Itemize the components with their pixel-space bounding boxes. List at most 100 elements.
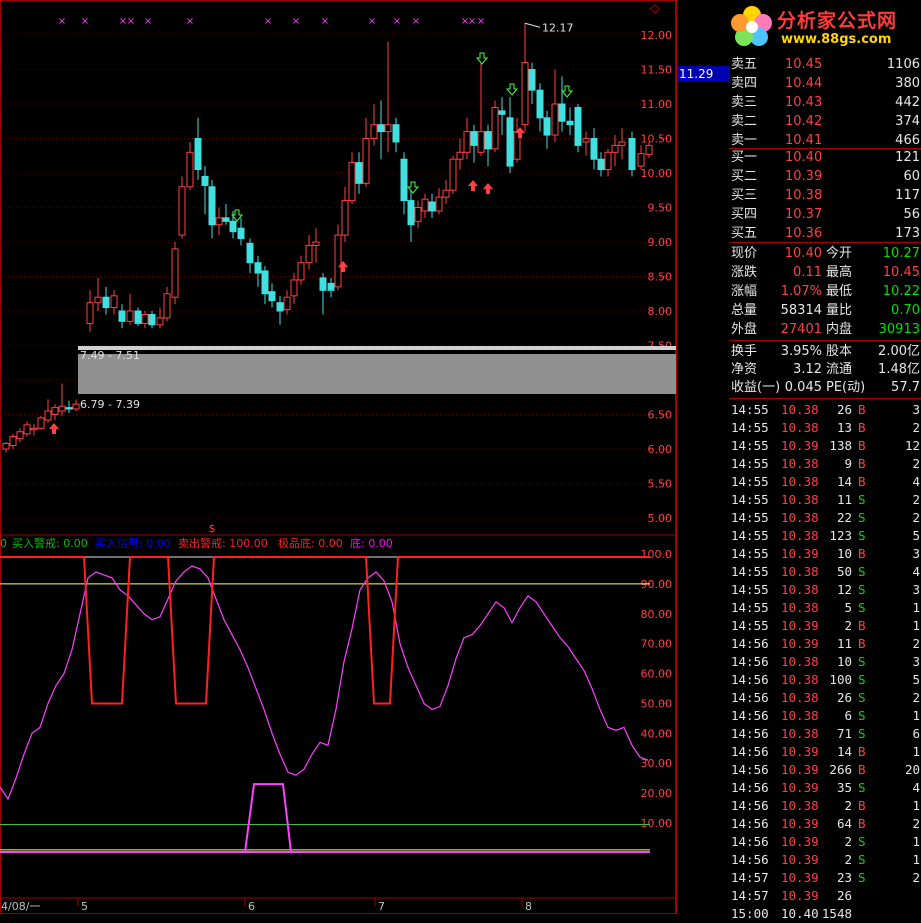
- tick-row[interactable]: 14:55 10.38 123 S 5: [729, 527, 921, 545]
- candle-body: [261, 270, 269, 295]
- tick-time: 14:55: [731, 618, 769, 633]
- tick-count: 3: [912, 402, 920, 417]
- tick-time: 14:56: [731, 726, 769, 741]
- candle-body: [134, 310, 142, 324]
- candle-body: [283, 296, 291, 311]
- ticks-divider: [729, 398, 921, 399]
- indicator-legend-item: 极品底: 0.00: [278, 536, 343, 550]
- candle-body: [407, 200, 415, 226]
- kline-chart-area[interactable]: 12.00 11.50 11.00 10.50 10.00 9.50 9.00 8.50 8.0…: [0, 0, 676, 914]
- stat-value: 0.70: [891, 303, 920, 318]
- tick-row[interactable]: 14:57 10.39 23 S 2: [729, 869, 921, 887]
- tick-row[interactable]: 14:55 10.38 12 S 3: [729, 581, 921, 599]
- current-price-tag: 11.29: [677, 66, 729, 82]
- candle-body: [208, 186, 216, 226]
- tick-price: 10.39: [781, 762, 819, 777]
- tick-row[interactable]: 14:55 10.38 26 B 3: [729, 401, 921, 419]
- stat-value: 57.7: [891, 380, 920, 395]
- candle-body: [86, 302, 94, 324]
- candle-body: [470, 131, 478, 146]
- candle-body: [276, 302, 284, 312]
- tick-price: 10.38: [781, 420, 819, 435]
- tick-count: 2: [912, 690, 920, 705]
- tick-row[interactable]: 14:56 10.39 64 B 2: [729, 815, 921, 833]
- tick-side: S: [858, 870, 866, 885]
- tick-count: 1: [912, 618, 920, 633]
- stat-value: 3.12: [793, 362, 822, 377]
- tick-volume: 26: [836, 888, 852, 903]
- candle-body: [44, 410, 52, 421]
- tick-side: B: [858, 618, 866, 633]
- candle-body: [456, 151, 464, 160]
- tick-row[interactable]: 14:56 10.38 100 S 5: [729, 671, 921, 689]
- tick-row[interactable]: 14:56 10.39 2 S 1: [729, 833, 921, 851]
- signal-x-mark: ×: [368, 16, 376, 27]
- tick-row[interactable]: 14:56 10.39 2 S 1: [729, 851, 921, 869]
- tick-row[interactable]: 14:55 10.39 138 B 12: [729, 437, 921, 455]
- stat-value: 10.27: [882, 246, 920, 261]
- candle-body: [23, 424, 31, 435]
- ask-row: 卖五 10.45 1106: [729, 56, 921, 74]
- tick-row[interactable]: 14:56 10.39 35 S 4: [729, 779, 921, 797]
- candle-body: [37, 417, 45, 429]
- tick-price: 10.39: [781, 618, 819, 633]
- tick-row[interactable]: 14:55 10.38 13 B 2: [729, 419, 921, 437]
- buy-arrow-icon: [49, 423, 59, 434]
- tick-volume: 100: [829, 672, 852, 687]
- tick-volume: 9: [844, 456, 852, 471]
- tick-time: 14:55: [731, 510, 769, 525]
- tick-row[interactable]: 14:56 10.39 14 B 1: [729, 743, 921, 761]
- bid-row: 买二 10.39 60: [729, 168, 921, 186]
- price-axis-label: 12.00: [641, 29, 673, 42]
- tick-row[interactable]: 14:55 10.38 5 S 1: [729, 599, 921, 617]
- tick-count: 2: [912, 492, 920, 507]
- stat-label: PE(动): [826, 380, 866, 395]
- tick-side: S: [858, 582, 866, 597]
- tick-side: S: [858, 654, 866, 669]
- candle-body: [348, 162, 356, 202]
- tick-row[interactable]: 14:55 10.38 22 S 2: [729, 509, 921, 527]
- tick-row[interactable]: 14:55 10.38 14 B 4: [729, 473, 921, 491]
- stat-label: 最高: [826, 265, 853, 280]
- tick-price: 10.38: [781, 600, 819, 615]
- high-marker-line: [524, 22, 541, 28]
- tick-row[interactable]: 14:56 10.38 71 S 6: [729, 725, 921, 743]
- tick-row[interactable]: 14:56 10.38 2 B 1: [729, 797, 921, 815]
- indicator-legend-item: 买入信号: 0.00: [95, 537, 171, 550]
- tick-row[interactable]: 14:55 10.39 2 B 1: [729, 617, 921, 635]
- tick-row[interactable]: 14:55 10.38 50 S 4: [729, 563, 921, 581]
- tick-volume: 26: [836, 690, 852, 705]
- tick-row[interactable]: 14:55 10.38 11 S 2: [729, 491, 921, 509]
- tick-row[interactable]: 15:00 10.40 1548: [729, 905, 921, 923]
- tick-row[interactable]: 14:57 10.39 26: [729, 887, 921, 905]
- candle-body: [246, 242, 254, 264]
- tick-time: 14:56: [731, 636, 769, 651]
- signal-x-mark: ×: [81, 16, 89, 27]
- tick-volume: 26: [836, 402, 852, 417]
- stat-value: 27401: [780, 322, 822, 337]
- bid-row: 买四 10.37 56: [729, 206, 921, 224]
- price-axis-label: 6.50: [648, 409, 673, 422]
- tick-time: 14:56: [731, 798, 769, 813]
- tick-time: 14:55: [731, 600, 769, 615]
- ask-price: 10.42: [785, 114, 823, 129]
- candle-body: [118, 310, 126, 322]
- candle-body: [94, 296, 102, 304]
- tick-side: S: [858, 690, 866, 705]
- price-axis-label: 6.00: [648, 443, 673, 456]
- tick-time: 14:56: [731, 744, 769, 759]
- candle-body: [498, 110, 506, 115]
- tick-row[interactable]: 14:56 10.38 26 S 2: [729, 689, 921, 707]
- tick-volume: 11: [836, 636, 852, 651]
- tick-row[interactable]: 14:56 10.39 266 B 20: [729, 761, 921, 779]
- tick-count: 2: [912, 636, 920, 651]
- tick-side: B: [858, 438, 866, 453]
- stat-label: 流通: [826, 362, 853, 377]
- tick-price: 10.39: [781, 834, 819, 849]
- tick-row[interactable]: 14:56 10.38 6 S 1: [729, 707, 921, 725]
- tick-row[interactable]: 14:55 10.39 10 B 3: [729, 545, 921, 563]
- indicator-axis-label: 60.00: [641, 668, 673, 681]
- tick-row[interactable]: 14:56 10.39 11 B 2: [729, 635, 921, 653]
- tick-row[interactable]: 14:56 10.38 10 S 3: [729, 653, 921, 671]
- tick-row[interactable]: 14:55 10.38 9 B 2: [729, 455, 921, 473]
